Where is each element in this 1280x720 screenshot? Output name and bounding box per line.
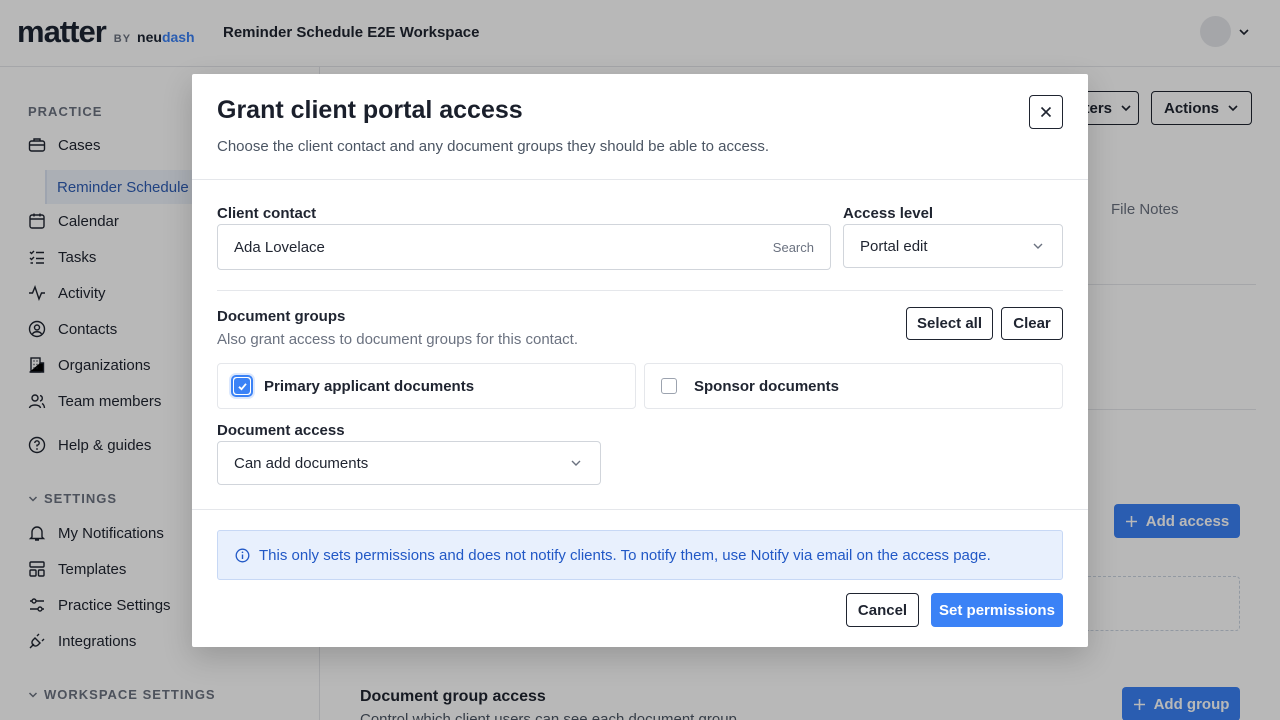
close-icon	[1040, 106, 1052, 118]
info-alert-text: This only sets permissions and does not …	[259, 546, 991, 564]
group-option-label: Sponsor documents	[694, 377, 840, 395]
divider	[192, 179, 1088, 180]
client-contact-search-hint: Search	[772, 239, 814, 255]
group-option-primary-applicant[interactable]: Primary applicant documents	[217, 363, 636, 409]
grant-portal-access-dialog: Grant client portal access Choose the cl…	[192, 74, 1088, 647]
document-access-select[interactable]: Can add documents	[217, 441, 601, 485]
info-icon	[235, 548, 250, 562]
client-contact-value: Ada Lovelace	[234, 238, 325, 256]
check-icon	[237, 382, 247, 391]
document-groups-help: Also grant access to document groups for…	[217, 331, 579, 348]
access-level-label: Access level	[843, 205, 934, 222]
chevron-down-icon	[1033, 243, 1043, 249]
document-access-value: Can add documents	[234, 454, 369, 472]
close-button[interactable]	[1029, 95, 1063, 129]
dialog-title: Grant client portal access	[217, 96, 523, 124]
checkbox-unchecked[interactable]	[661, 378, 677, 394]
group-option-sponsor[interactable]: Sponsor documents	[644, 363, 1063, 409]
info-alert: This only sets permissions and does not …	[217, 530, 1063, 580]
group-option-label: Primary applicant documents	[264, 377, 475, 395]
divider	[217, 290, 1063, 291]
client-contact-input[interactable]: Ada Lovelace Search	[217, 224, 831, 270]
access-level-select[interactable]: Portal edit	[843, 224, 1063, 268]
cancel-button[interactable]: Cancel	[846, 593, 919, 627]
divider	[192, 509, 1088, 510]
document-groups-label: Document groups	[217, 308, 346, 325]
clear-button[interactable]: Clear	[1001, 307, 1063, 340]
chevron-down-icon	[571, 460, 581, 466]
document-access-label: Document access	[217, 422, 345, 439]
dialog-description: Choose the client contact and any docume…	[217, 138, 770, 155]
client-contact-label: Client contact	[217, 205, 317, 222]
set-permissions-button[interactable]: Set permissions	[931, 593, 1063, 627]
access-level-value: Portal edit	[860, 237, 928, 255]
select-all-button[interactable]: Select all	[906, 307, 993, 340]
checkbox-checked[interactable]	[231, 375, 253, 397]
